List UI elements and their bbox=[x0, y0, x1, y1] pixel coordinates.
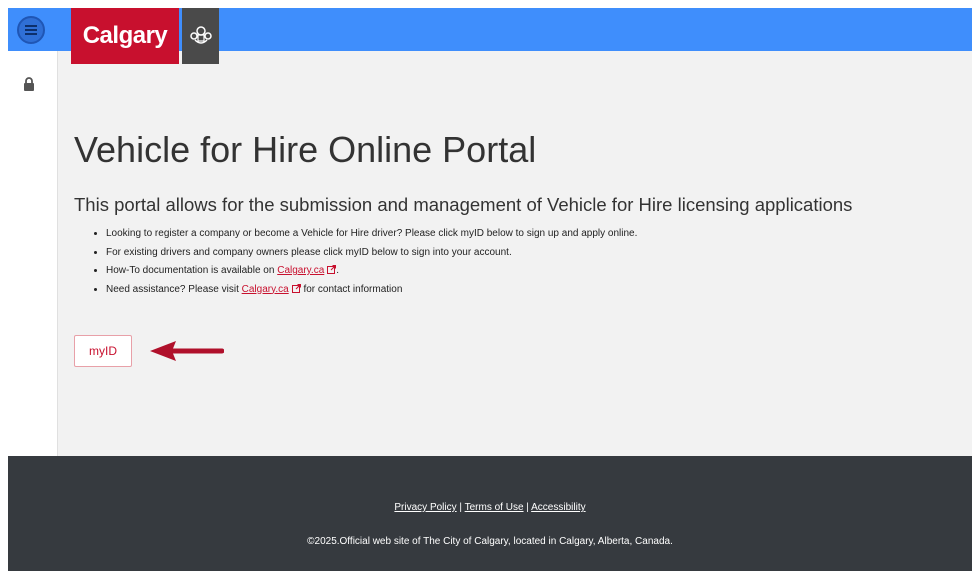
external-link-icon bbox=[291, 283, 301, 293]
calgary-logo[interactable]: Calgary bbox=[71, 8, 179, 64]
external-link-icon bbox=[327, 265, 337, 274]
logo-text: Calgary bbox=[82, 22, 168, 49]
footer-links: Privacy Policy | Terms of Use | Accessib… bbox=[8, 502, 972, 513]
list-item: How-To documentation is available on Cal… bbox=[106, 262, 964, 281]
page-frame: Calgary Vehicle for Hire Online Portal T… bbox=[8, 8, 972, 571]
sidebar bbox=[8, 51, 58, 456]
lock-icon[interactable] bbox=[23, 77, 35, 92]
list-item: For existing drivers and company owners … bbox=[106, 244, 964, 263]
list-item-text: Looking to register a company or become … bbox=[106, 228, 638, 239]
footer: Privacy Policy | Terms of Use | Accessib… bbox=[8, 456, 972, 571]
list-item-text: . bbox=[336, 265, 340, 276]
myid-button[interactable]: myID bbox=[74, 335, 132, 367]
crest-logo bbox=[182, 8, 219, 64]
page-title: Vehicle for Hire Online Portal bbox=[74, 129, 537, 170]
footer-separator: | bbox=[523, 502, 532, 513]
list-item-text: for contact information bbox=[300, 283, 403, 295]
list-item: Need assistance? Please visit Calgary.ca… bbox=[106, 281, 964, 300]
page-subtitle: This portal allows for the submission an… bbox=[74, 194, 853, 215]
accessibility-link[interactable]: Accessibility bbox=[531, 502, 585, 513]
list-item-text: How-To documentation is available on bbox=[106, 265, 278, 276]
menu-icon bbox=[25, 25, 37, 35]
list-item-text: Need assistance? Please visit bbox=[106, 283, 242, 295]
copyright-text: ©2025.Official web site of The City of C… bbox=[307, 536, 673, 547]
main-content: Vehicle for Hire Online Portal This port… bbox=[74, 128, 964, 299]
info-list: Looking to register a company or become … bbox=[74, 225, 964, 299]
arrow-left-icon bbox=[150, 341, 224, 361]
calgary-contact-link[interactable]: Calgary.ca bbox=[242, 284, 289, 295]
list-item: Looking to register a company or become … bbox=[106, 225, 964, 244]
list-item-text: For existing drivers and company owners … bbox=[106, 246, 512, 258]
menu-button[interactable] bbox=[17, 16, 45, 44]
terms-of-use-link[interactable]: Terms of Use bbox=[465, 502, 524, 513]
privacy-policy-link[interactable]: Privacy Policy bbox=[394, 502, 456, 513]
crest-icon bbox=[189, 26, 212, 44]
footer-separator: | bbox=[456, 502, 465, 513]
calgary-howto-link[interactable]: Calgary.ca bbox=[277, 265, 324, 276]
